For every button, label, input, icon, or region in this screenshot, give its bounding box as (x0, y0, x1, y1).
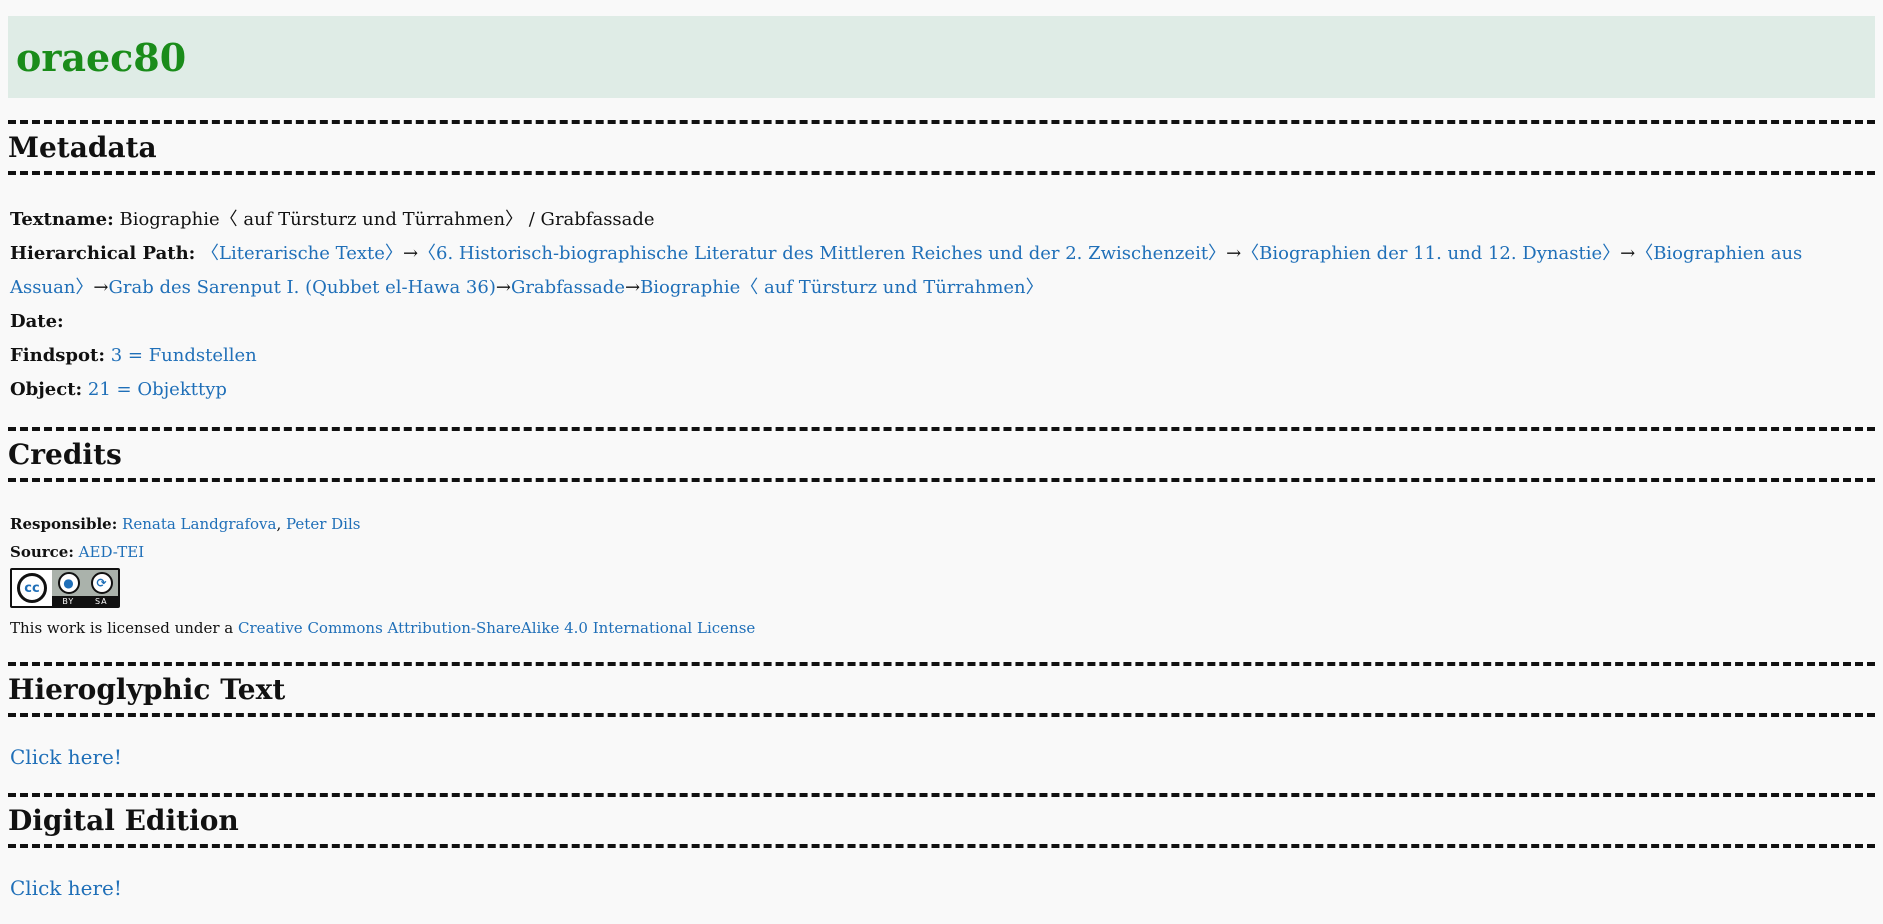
responsible-row: Responsible: Renata Landgrafova, Peter D… (10, 510, 1875, 538)
source-row: Source: AED-TEI (10, 538, 1875, 566)
path-link-historisch-biographische[interactable]: 〈6. Historisch-biographische Literatur d… (418, 243, 1226, 264)
path-arrow: → (402, 243, 419, 264)
textname-label: Textname: (10, 209, 114, 230)
section-heading-digital-edition: Digital Edition (8, 804, 239, 837)
path-arrow: → (1620, 243, 1636, 264)
license-link[interactable]: Creative Commons Attribution-ShareAlike … (238, 619, 755, 637)
license-prefix: This work is licensed under a (10, 619, 239, 637)
hierarchical-path-label: Hierarchical Path: (10, 243, 196, 264)
responsible-link-landgrafova[interactable]: Renata Landgrafova (122, 515, 276, 533)
path-link-grab-sarenput[interactable]: Grab des Sarenput I. (Qubbet el-Hawa 36) (108, 277, 495, 298)
digital-edition-link[interactable]: Click here! (10, 876, 122, 900)
credits-block: Responsible: Renata Landgrafova, Peter D… (8, 482, 1875, 662)
path-arrow: → (495, 277, 511, 298)
section-heading-hieroglyphic-text: Hieroglyphic Text (8, 673, 286, 706)
cc-logo-icon: cc (12, 570, 52, 606)
attribution-person-icon: ● (57, 572, 80, 594)
source-label: Source: (10, 543, 74, 561)
cc-by-text: BY (62, 596, 75, 606)
findspot-row: Findspot: 3 = Fundstellen (10, 339, 1875, 373)
separator-comma: , (276, 515, 286, 533)
date-label: Date: (10, 311, 64, 332)
hierarchical-path-row: Hierarchical Path: 〈Literarische Texte〉→… (10, 237, 1875, 305)
path-link-grabfassade[interactable]: Grabfassade (511, 277, 625, 298)
cc-sa-text: SA (94, 596, 108, 606)
title-bar: oraec80 (8, 16, 1875, 98)
responsible-label: Responsible: (10, 515, 118, 533)
page: oraec80 Metadata Textname: Biographie〈 a… (0, 0, 1875, 924)
path-link-biographien-11-12[interactable]: 〈Biographien der 11. und 12. Dynastie〉 (1241, 243, 1620, 264)
source-link[interactable]: AED-TEI (79, 543, 145, 561)
object-row: Object: 21 = Objekttyp (10, 373, 1875, 407)
findspot-label: Findspot: (10, 345, 105, 366)
path-arrow: → (93, 277, 109, 298)
path-arrow: → (1226, 243, 1242, 264)
hieroglyphic-block: Click here! (8, 717, 1875, 793)
date-row: Date: (10, 305, 1875, 339)
section-heading-metadata: Metadata (8, 131, 157, 164)
digital-edition-block: Click here! (8, 848, 1875, 924)
section-heading-credits: Credits (8, 438, 122, 471)
responsible-link-dils[interactable]: Peter Dils (286, 515, 360, 533)
metadata-block: Textname: Biographie〈 auf Türsturz und T… (8, 175, 1875, 427)
object-label: Object: (10, 379, 83, 400)
license-row: This work is licensed under a Creative C… (10, 614, 1875, 642)
textname-row: Textname: Biographie〈 auf Türsturz und T… (10, 203, 1875, 237)
path-link-biographie[interactable]: Biographie〈 auf Türsturz und Türrahmen〉 (640, 277, 1044, 298)
share-alike-icon: ⟳ (90, 572, 113, 594)
site-title: oraec80 (16, 34, 187, 80)
cc-by-sa-license-badge[interactable]: cc ● ⟳ BY SA (10, 568, 120, 608)
textname-value: Biographie〈 auf Türsturz und Türrahmen〉 … (119, 209, 655, 230)
object-link[interactable]: 21 = Objekttyp (88, 379, 227, 400)
hieroglyphic-text-link[interactable]: Click here! (10, 745, 122, 769)
path-arrow: → (624, 277, 641, 298)
path-link-literarische-texte[interactable]: 〈Literarische Texte〉 (201, 243, 403, 264)
findspot-link[interactable]: 3 = Fundstellen (111, 345, 257, 366)
